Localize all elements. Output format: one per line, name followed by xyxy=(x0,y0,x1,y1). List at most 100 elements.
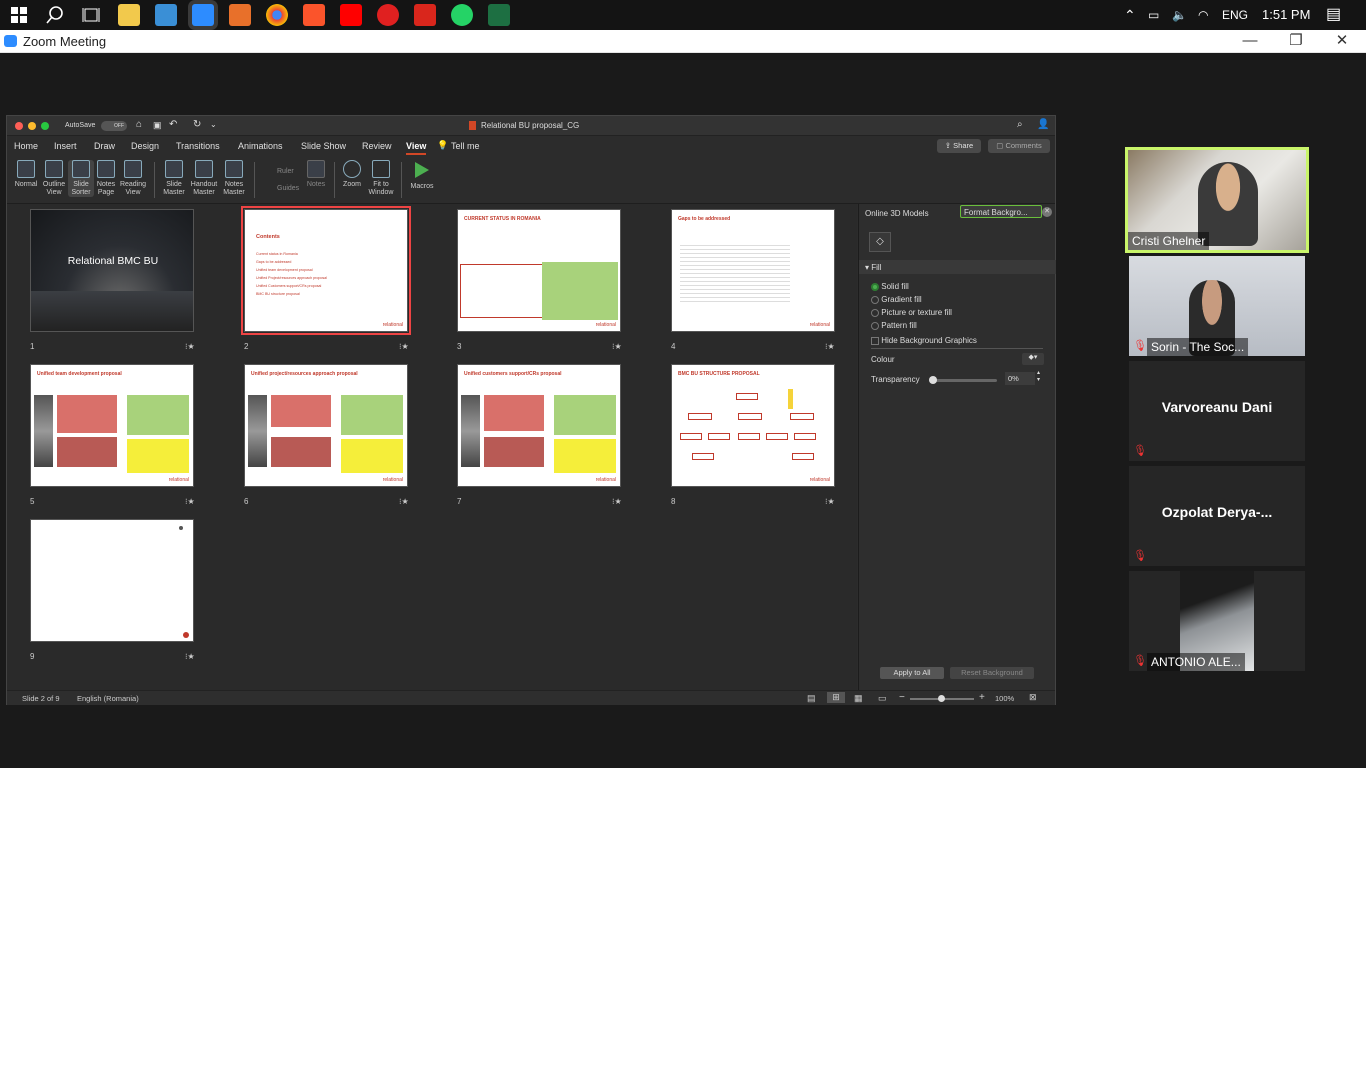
notifications-icon[interactable]: ▤ xyxy=(1326,0,1341,30)
tab-review[interactable]: Review xyxy=(362,141,392,151)
slide-sorter-button[interactable]: Slide Sorter xyxy=(68,160,94,197)
zoom-out-icon[interactable]: − xyxy=(899,692,905,703)
chrome-icon[interactable] xyxy=(266,4,288,26)
windows-start-icon[interactable] xyxy=(8,4,30,26)
slide-thumbnail[interactable]: BMC BU STRUCTURE PROPOSAL relational xyxy=(671,364,835,487)
volume-icon[interactable]: 🔈 xyxy=(1172,0,1187,30)
participant-tile[interactable]: Ozpolat Derya-... 🎙 xyxy=(1129,466,1305,566)
close-dot[interactable] xyxy=(15,122,23,130)
redo-icon[interactable]: ↻ xyxy=(193,119,201,130)
fit-window-icon[interactable]: ⊠ xyxy=(1029,692,1037,703)
picture-fill-radio[interactable]: Picture or texture fill xyxy=(871,308,952,317)
task-view-icon[interactable] xyxy=(80,4,102,26)
document-title[interactable]: Relational BU proposal_CG xyxy=(481,121,579,130)
zoom-in-icon[interactable]: + xyxy=(979,692,985,703)
participant-tile[interactable]: 🎙 Sorin - The Soc... xyxy=(1129,256,1305,356)
hide-background-checkbox[interactable]: Hide Background Graphics xyxy=(871,336,977,345)
tab-transitions[interactable]: Transitions xyxy=(176,141,220,151)
handout-master-button[interactable]: Handout Master xyxy=(188,160,220,197)
undo-icon[interactable]: ↶ xyxy=(169,119,177,130)
slide-sorter-icon[interactable]: ⊞ xyxy=(827,692,845,703)
zoom-slider[interactable] xyxy=(910,695,974,702)
save-icon[interactable]: ▣ xyxy=(153,120,162,131)
search-icon[interactable]: ⌕ xyxy=(1017,119,1023,130)
minimize-dot[interactable] xyxy=(28,122,36,130)
customize-icon[interactable]: ⌄ xyxy=(210,120,217,129)
ruler-checkbox[interactable]: Ruler xyxy=(265,168,294,175)
autosave-toggle[interactable]: OFF xyxy=(101,121,127,131)
share-button[interactable]: ⇪ Share xyxy=(937,139,981,153)
slide-thumbnail[interactable]: Unified project/resources approach propo… xyxy=(244,364,408,487)
reading-view-icon[interactable]: ▦ xyxy=(854,693,863,704)
normal-view-button[interactable]: Normal xyxy=(13,160,39,189)
slide-thumbnail[interactable]: Unified customers support/CRs proposal r… xyxy=(457,364,621,487)
close-panel-icon[interactable]: ✕ xyxy=(1042,207,1052,217)
media-player-icon[interactable] xyxy=(377,4,399,26)
slide-thumbnail[interactable]: Unified team development proposal relati… xyxy=(30,364,194,487)
zoom-dot[interactable] xyxy=(41,122,49,130)
zoom-app-icon[interactable] xyxy=(192,4,214,26)
battery-icon[interactable]: ▭ xyxy=(1148,0,1159,30)
home-icon[interactable]: ⌂ xyxy=(136,119,142,130)
apply-to-all-button[interactable]: Apply to All xyxy=(880,667,944,679)
participant-tile[interactable]: 🎙 ANTONIO ALE... xyxy=(1129,571,1305,671)
tab-online-3d-models[interactable]: Online 3D Models xyxy=(865,209,929,218)
transparency-stepper[interactable]: ▴ ▾ xyxy=(1037,370,1040,384)
tab-home[interactable]: Home xyxy=(14,141,38,151)
sublime-icon[interactable] xyxy=(229,4,251,26)
search-icon[interactable] xyxy=(44,4,66,26)
tab-design[interactable]: Design xyxy=(131,141,159,151)
outline-view-button[interactable]: Outline View xyxy=(40,160,68,197)
clock[interactable]: 1:51 PM xyxy=(1262,0,1310,30)
close-button[interactable]: ✕ xyxy=(1322,30,1362,52)
zoom-slider-thumb[interactable] xyxy=(938,695,945,702)
slide-thumbnail[interactable]: CURRENT STATUS IN ROMANIA relational xyxy=(457,209,621,332)
acrobat-icon[interactable] xyxy=(414,4,436,26)
slide-thumbnail[interactable] xyxy=(30,519,194,642)
comments-button[interactable]: ▢ Comments xyxy=(988,139,1050,153)
reading-view-button[interactable]: Reading View xyxy=(119,160,147,197)
slideshow-icon[interactable]: ▭ xyxy=(878,693,887,704)
fill-tab-icon[interactable]: ◇ xyxy=(869,232,891,252)
minimize-button[interactable]: — xyxy=(1230,30,1270,52)
wifi-icon[interactable]: ◠ xyxy=(1198,0,1208,30)
guides-checkbox[interactable]: Guides xyxy=(265,185,299,192)
transparency-slider[interactable] xyxy=(929,376,997,384)
slide-master-button[interactable]: Slide Master xyxy=(161,160,187,197)
notes-page-button[interactable]: Notes Page xyxy=(95,160,117,197)
notes-master-button[interactable]: Notes Master xyxy=(221,160,247,197)
tab-view[interactable]: View xyxy=(406,141,427,155)
tell-me-field[interactable]: Tell me xyxy=(451,141,480,151)
excel-icon[interactable] xyxy=(488,4,510,26)
solid-fill-radio[interactable]: Solid fill xyxy=(871,282,909,291)
tab-draw[interactable]: Draw xyxy=(94,141,115,151)
notes-button[interactable]: Notes xyxy=(305,160,327,189)
user-icon[interactable]: 👤 xyxy=(1037,119,1049,130)
fill-section-header[interactable]: ▾ Fill xyxy=(859,260,1056,274)
brave-icon[interactable] xyxy=(303,4,325,26)
tab-slide-show[interactable]: Slide Show xyxy=(301,141,346,151)
chevron-up-icon[interactable]: ⌃ xyxy=(1124,0,1136,30)
youtube-icon[interactable] xyxy=(340,4,362,26)
zoom-level[interactable]: 100% xyxy=(995,694,1014,703)
pattern-fill-radio[interactable]: Pattern fill xyxy=(871,321,917,330)
language-indicator[interactable]: ENG xyxy=(1222,0,1248,30)
whatsapp-icon[interactable] xyxy=(451,4,473,26)
computer-icon[interactable] xyxy=(155,4,177,26)
slide-thumbnail[interactable]: Contents Current status in Romania Gaps … xyxy=(241,206,411,335)
transparency-field[interactable]: 0% xyxy=(1005,372,1035,385)
participant-tile[interactable]: Cristi Ghelner xyxy=(1125,147,1309,253)
participant-tile[interactable]: Varvoreanu Dani 🎙 xyxy=(1129,361,1305,461)
slide-thumbnail[interactable]: Gaps to be addressed relational xyxy=(671,209,835,332)
fit-window-button[interactable]: Fit to Window xyxy=(367,160,395,197)
tab-format-background[interactable]: Format Backgro... xyxy=(960,205,1042,218)
reset-background-button[interactable]: Reset Background xyxy=(950,667,1034,679)
zoom-button[interactable]: Zoom xyxy=(340,160,364,189)
file-explorer-icon[interactable] xyxy=(118,4,140,26)
slider-thumb[interactable] xyxy=(929,376,937,384)
colour-picker[interactable]: ◆▾ xyxy=(1022,353,1044,365)
language-status[interactable]: English (Romania) xyxy=(77,694,139,703)
slide-thumbnail[interactable]: Relational BMC BU xyxy=(30,209,194,332)
macros-button[interactable]: Macros xyxy=(407,160,437,191)
normal-view-icon[interactable]: ▤ xyxy=(807,693,816,704)
